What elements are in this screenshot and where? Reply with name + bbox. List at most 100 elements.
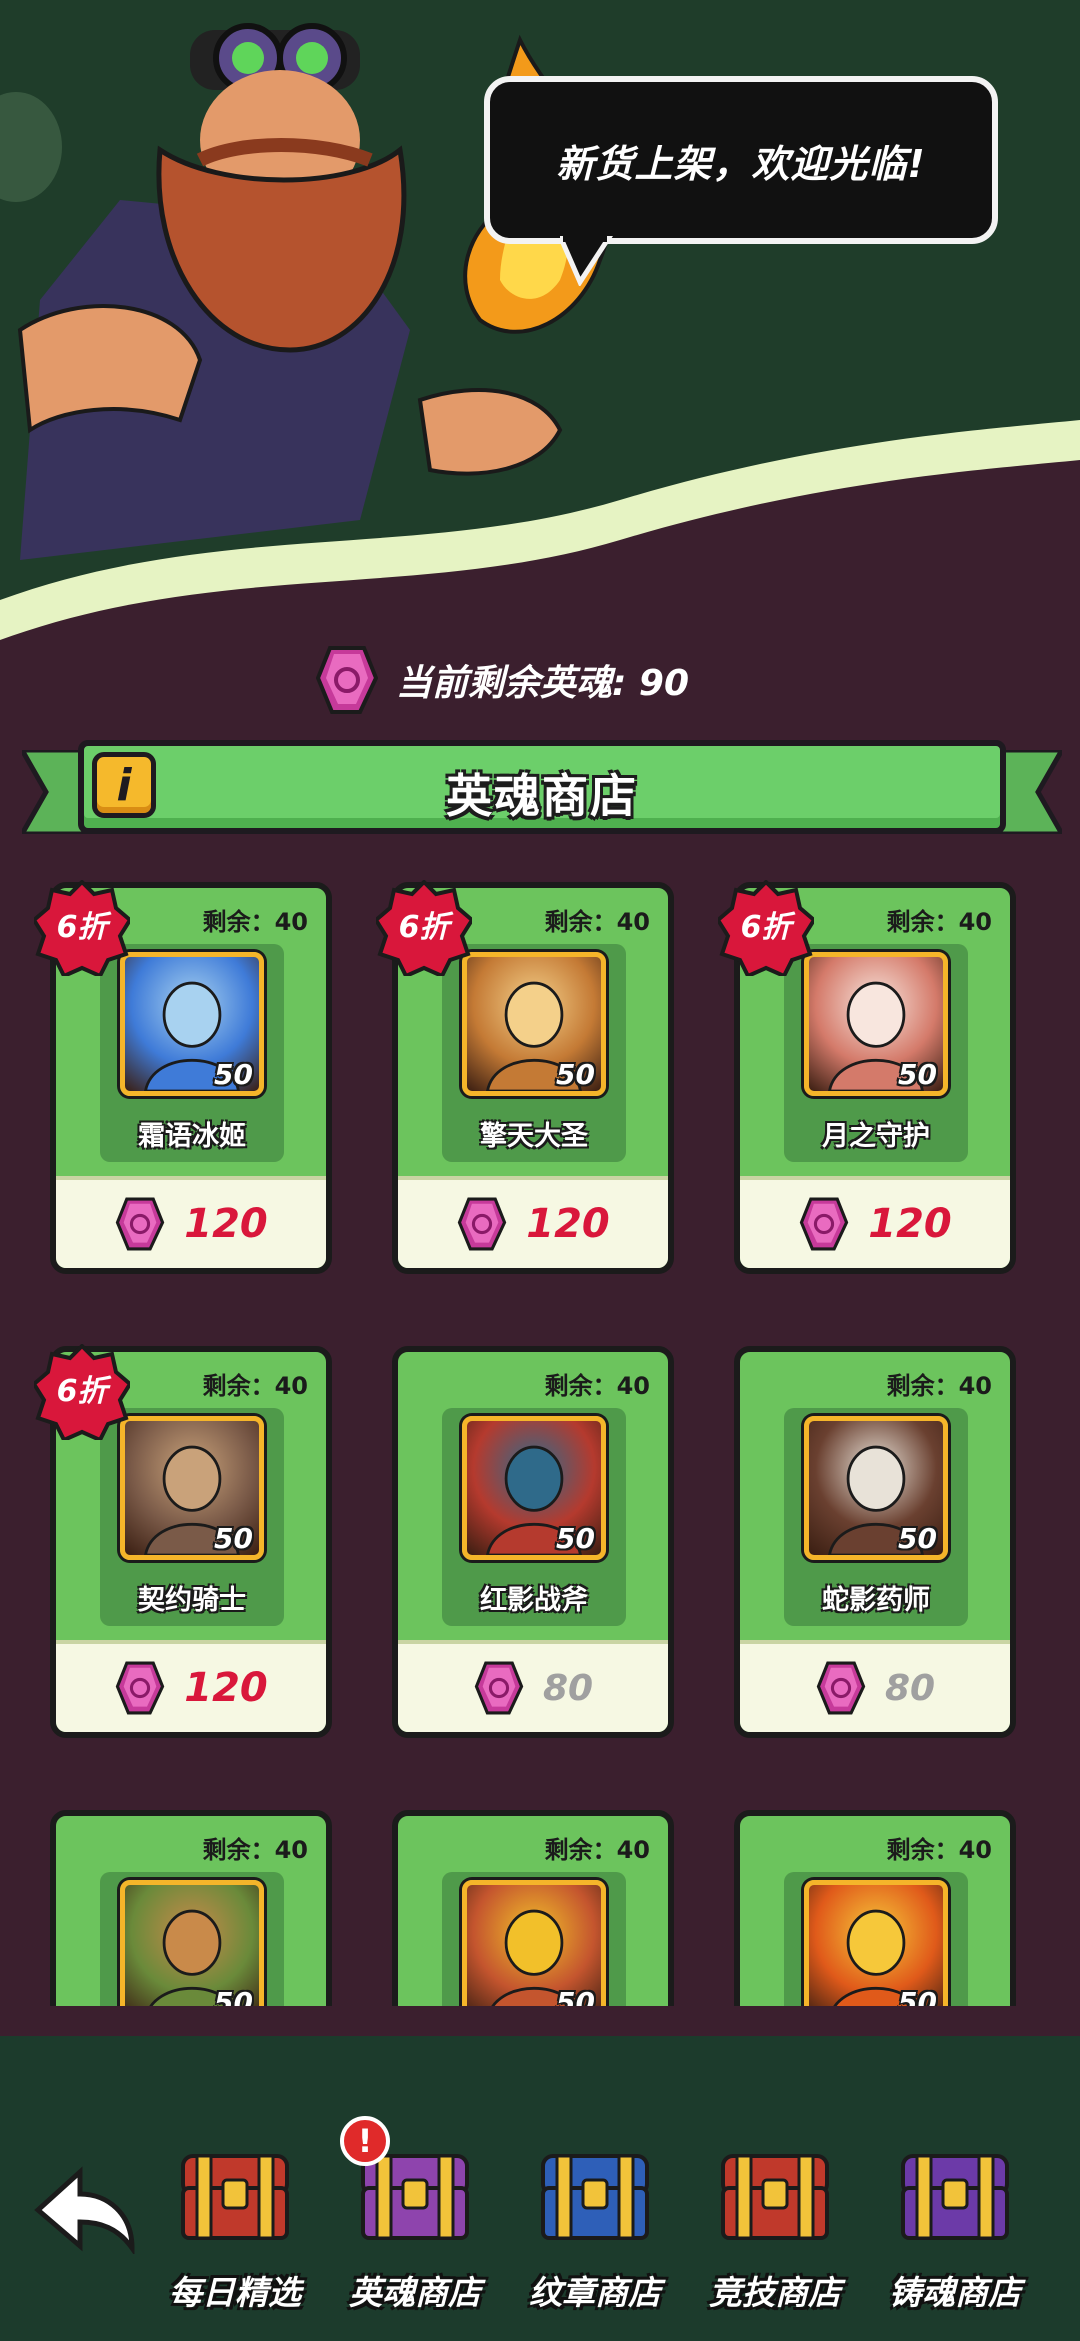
banner-body: 英魂商店	[78, 740, 1006, 834]
speech-text: 新货上架，欢迎光临!	[556, 141, 926, 186]
hero-portrait: 50	[120, 1880, 264, 2006]
price-value: 120	[868, 1201, 952, 1247]
chest-emblem-icon	[541, 2154, 649, 2240]
hero-card[interactable]: 剩余：40 50	[392, 1810, 674, 2006]
shop-title: 英魂商店	[446, 769, 638, 823]
hero-portrait: 50	[804, 1416, 948, 1560]
soul-gem-icon	[116, 1661, 165, 1715]
nav-tab-label: 竞技商店	[709, 2273, 841, 2312]
soul-gem-icon	[116, 1197, 165, 1251]
portrait-panel: 50	[784, 1872, 968, 2006]
discount-label: 6折	[56, 1374, 108, 1409]
price-value: 120	[184, 1201, 268, 1247]
nav-tab[interactable]: 英魂商店	[330, 2136, 500, 2336]
hero-quantity: 50	[214, 1522, 253, 1555]
card-body: 剩余：40 50 蛇影药师 80	[734, 1346, 1016, 1738]
card-body: 剩余：40 50	[734, 1810, 1016, 2006]
hero-quantity: 50	[898, 1058, 937, 1091]
stock-label: 剩余：40	[886, 908, 992, 936]
back-arrow-icon[interactable]	[28, 2164, 138, 2254]
portrait-panel: 50 蛇影药师	[784, 1408, 968, 1626]
speech-bubble: 新货上架，欢迎光临!	[484, 76, 998, 244]
hero-name: 月之守护	[822, 1121, 930, 1152]
card-body: 剩余：40 50 红影战斧 80	[392, 1346, 674, 1738]
nav-tab[interactable]: 铸魂商店	[870, 2136, 1040, 2336]
stock-label: 剩余：40	[544, 1836, 650, 1864]
price-value: 120	[184, 1665, 268, 1711]
portrait-panel: 50 契约骑士	[100, 1408, 284, 1626]
soul-gem-icon	[474, 1661, 524, 1715]
hero-quantity: 50	[556, 1522, 595, 1555]
portrait-panel: 50	[100, 1872, 284, 2006]
hero-name: 契约骑士	[138, 1585, 246, 1616]
hero-portrait: 50	[462, 1416, 606, 1560]
hero-portrait: 50	[804, 1880, 948, 2006]
stock-label: 剩余：40	[886, 1836, 992, 1864]
price-row: 120	[398, 1176, 668, 1268]
price-row: 80	[398, 1640, 668, 1732]
hero-quantity: 50	[898, 1986, 937, 2006]
price-row: 120	[56, 1640, 326, 1732]
price-row: 120	[740, 1176, 1010, 1268]
hero-name: 霜语冰姬	[138, 1121, 246, 1152]
soul-gem-icon	[316, 646, 378, 714]
hero-card[interactable]: 剩余：40 50 擎天大圣 120 6折	[373, 879, 674, 1282]
hero-card[interactable]: 剩余：40 50	[50, 1810, 332, 2006]
hero-grid: 剩余：40 50 霜语冰姬 120 6折 剩余：40 50 擎天大圣 120 6…	[0, 870, 1080, 2006]
stock-label: 剩余：40	[544, 1372, 650, 1400]
nav-tab[interactable]: 纹章商店	[510, 2136, 680, 2336]
hero-quantity: 50	[214, 1986, 253, 2006]
hero-portrait: 50	[120, 952, 264, 1096]
speech-bubble-tail	[560, 236, 613, 286]
hero-portrait: 50	[462, 952, 606, 1096]
chest-forge-icon	[901, 2154, 1009, 2240]
nav-tab-label: 铸魂商店	[889, 2273, 1021, 2312]
discount-label: 6折	[398, 910, 450, 945]
price-value: 120	[526, 1201, 610, 1247]
chest-daily-icon	[181, 2154, 289, 2240]
discount-badge: 6折	[31, 879, 133, 979]
price-row: 80	[740, 1640, 1010, 1732]
portrait-panel: 50 擎天大圣	[442, 944, 626, 1162]
shop-banner: 英魂商店 i	[22, 740, 1062, 840]
nav-tab[interactable]: 每日精选	[150, 2136, 320, 2336]
hero-name: 蛇影药师	[822, 1585, 930, 1616]
stock-label: 剩余：40	[202, 1836, 308, 1864]
card-body: 剩余：40 50	[50, 1810, 332, 2006]
discount-badge: 6折	[715, 879, 817, 979]
hero-card[interactable]: 剩余：40 50 月之守护 120 6折	[715, 879, 1016, 1282]
price-value: 80	[542, 1667, 594, 1709]
portrait-panel: 50	[442, 1872, 626, 2006]
alert-badge: !	[340, 2116, 390, 2166]
hero-card[interactable]: 剩余：40 50 蛇影药师 80	[734, 1346, 1016, 1746]
hero-quantity: 50	[556, 1986, 595, 2006]
info-button[interactable]: i	[92, 752, 156, 818]
hero-card[interactable]: 剩余：40 50 红影战斧 80	[392, 1346, 674, 1746]
stock-label: 剩余：40	[202, 908, 308, 936]
hero-quantity: 50	[556, 1058, 595, 1091]
price-row: 120	[56, 1176, 326, 1268]
portrait-panel: 50 月之守护	[784, 944, 968, 1162]
discount-badge: 6折	[31, 1343, 133, 1443]
portrait-panel: 50 红影战斧	[442, 1408, 626, 1626]
discount-badge: 6折	[373, 879, 475, 979]
soul-gem-icon	[816, 1661, 866, 1715]
hero-card[interactable]: 剩余：40 50	[734, 1810, 1016, 2006]
hero-quantity: 50	[214, 1058, 253, 1091]
discount-label: 6折	[56, 910, 108, 945]
price-value: 80	[884, 1667, 936, 1709]
hero-card[interactable]: 剩余：40 50 霜语冰姬 120 6折	[31, 879, 332, 1282]
hero-card[interactable]: 剩余：40 50 契约骑士 120 6折	[31, 1343, 332, 1746]
stock-label: 剩余：40	[544, 908, 650, 936]
chest-arena-icon	[721, 2154, 829, 2240]
nav-tab-label: 英魂商店	[349, 2273, 481, 2312]
stock-label: 剩余：40	[886, 1372, 992, 1400]
hero-quantity: 50	[898, 1522, 937, 1555]
nav-tab[interactable]: 竞技商店	[690, 2136, 860, 2336]
nav-tab-label: 每日精选	[169, 2273, 301, 2312]
soul-gem-icon	[458, 1197, 507, 1251]
currency-display: 当前剩余英魂: 90	[316, 640, 689, 720]
nav-tab-label: 纹章商店	[529, 2273, 661, 2312]
stock-label: 剩余：40	[202, 1372, 308, 1400]
hero-name: 红影战斧	[480, 1585, 588, 1616]
